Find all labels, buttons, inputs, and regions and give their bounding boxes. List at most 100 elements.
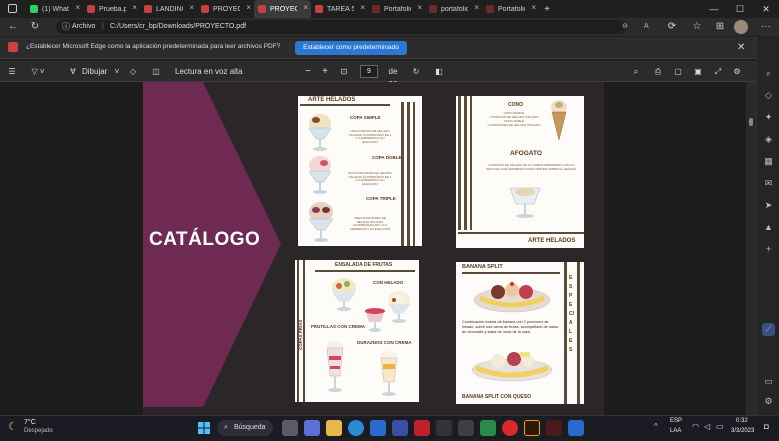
read-aloud-button[interactable]: Lectura en voz alta bbox=[175, 65, 245, 78]
edge-icon[interactable] bbox=[348, 420, 364, 436]
contents-icon[interactable]: ☰ bbox=[6, 65, 18, 78]
copilot-icon[interactable]: ⟋ bbox=[762, 323, 775, 336]
new-tab-button[interactable]: + bbox=[539, 0, 555, 18]
file-explorer-icon[interactable] bbox=[326, 420, 342, 436]
browser-tab[interactable]: PROYECTO.pdf × bbox=[254, 0, 311, 18]
taskbar-search[interactable]: ⌕ Búsqueda bbox=[217, 420, 273, 436]
tab-favicon-icon bbox=[30, 5, 38, 13]
favorites-icon[interactable]: ☆ bbox=[690, 20, 704, 34]
settings-gear-icon[interactable]: ⚙ bbox=[762, 395, 775, 408]
sundae-image bbox=[308, 202, 334, 242]
close-tab-icon[interactable]: × bbox=[417, 3, 422, 12]
lang-code[interactable]: ESP bbox=[670, 418, 682, 424]
more-menu-icon[interactable]: ··· bbox=[759, 20, 773, 34]
close-tab-icon[interactable]: × bbox=[474, 3, 479, 12]
maximize-button[interactable]: ☐ bbox=[727, 0, 753, 18]
office-icon[interactable] bbox=[414, 420, 430, 436]
close-tab-icon[interactable]: × bbox=[531, 3, 536, 12]
extensions-icon[interactable]: ⟳ bbox=[665, 20, 679, 34]
task-view-icon[interactable] bbox=[282, 420, 298, 436]
opera-icon[interactable] bbox=[502, 420, 518, 436]
zoom-icon[interactable]: ⊖ bbox=[622, 20, 628, 34]
rotate-icon[interactable]: ↻ bbox=[410, 65, 422, 78]
browser-tab[interactable]: LANDING PAG × bbox=[140, 0, 197, 18]
page-view-icon[interactable]: ◫ bbox=[150, 65, 162, 78]
browser-tab[interactable]: Portafolio ITC × bbox=[368, 0, 425, 18]
save-as-icon[interactable]: ▣ bbox=[692, 65, 704, 78]
send-icon[interactable]: ➤ bbox=[762, 199, 775, 212]
app-icon[interactable] bbox=[458, 420, 474, 436]
app-icon[interactable] bbox=[436, 420, 452, 436]
close-tab-icon[interactable]: × bbox=[303, 3, 308, 12]
drop-icon[interactable]: ▲ bbox=[762, 221, 775, 234]
collections-icon[interactable]: ⊞ bbox=[713, 20, 727, 34]
print-icon[interactable]: ⎙ bbox=[652, 65, 664, 78]
shopping-icon[interactable]: ◇ bbox=[762, 89, 775, 102]
close-tab-icon[interactable]: × bbox=[246, 3, 251, 12]
browser-tab[interactable]: Portafolio | De × bbox=[482, 0, 539, 18]
visual-studio-icon[interactable] bbox=[392, 420, 408, 436]
save-icon[interactable]: ▢ bbox=[672, 65, 684, 78]
pdf-scrollbar[interactable] bbox=[746, 82, 756, 415]
search-icon[interactable]: ⌕ bbox=[762, 67, 775, 80]
zoom-in-icon[interactable]: + bbox=[320, 65, 330, 78]
chat-icon[interactable] bbox=[304, 420, 320, 436]
clock-date[interactable]: 3/3/2023 bbox=[731, 428, 754, 434]
browser-tab[interactable]: portafolio jaza × bbox=[425, 0, 482, 18]
office-icon[interactable]: ▦ bbox=[762, 155, 775, 168]
add-icon[interactable]: + bbox=[762, 243, 775, 256]
fullscreen-icon[interactable]: ⤢ bbox=[712, 65, 724, 78]
read-aloud-icon[interactable]: A bbox=[644, 20, 649, 34]
minimize-button[interactable]: — bbox=[701, 0, 727, 18]
app-icon[interactable] bbox=[480, 420, 496, 436]
url-field[interactable]: ⓘ Archivo | C:/Users/cr_bp/Downloads/PRO… bbox=[56, 20, 674, 34]
app-icon[interactable] bbox=[568, 420, 584, 436]
filter-icon[interactable]: ▽ ˅ bbox=[28, 65, 48, 78]
tab-actions-button[interactable] bbox=[0, 0, 26, 18]
draw-label[interactable]: Dibujar bbox=[82, 65, 112, 78]
chevron-down-icon[interactable]: ˅ bbox=[112, 65, 122, 78]
close-tab-icon[interactable]: × bbox=[75, 3, 80, 12]
back-icon[interactable]: ← bbox=[6, 20, 20, 34]
settings-gear-icon[interactable]: ⚙ bbox=[731, 65, 743, 78]
page-title: ARTE HELADOS bbox=[308, 97, 356, 103]
close-tab-icon[interactable]: × bbox=[360, 3, 365, 12]
fit-page-icon[interactable]: ⊡ bbox=[338, 65, 350, 78]
volume-icon[interactable]: ◁ bbox=[704, 422, 710, 431]
battery-icon[interactable]: ▭ bbox=[716, 422, 724, 431]
clock-time[interactable]: 0:32 bbox=[736, 418, 748, 424]
close-window-button[interactable]: ✕ bbox=[753, 0, 779, 18]
tools-icon[interactable]: ✦ bbox=[762, 111, 775, 124]
start-button[interactable] bbox=[196, 420, 212, 436]
close-infobar-icon[interactable]: ✕ bbox=[737, 42, 745, 53]
close-tab-icon[interactable]: × bbox=[189, 3, 194, 12]
pdf-viewer[interactable]: CATÁLOGO ARTE HELADOS COPA SIMPLE UNA PO… bbox=[0, 82, 746, 415]
browser-tab[interactable]: TAREA 5 APLI × bbox=[311, 0, 368, 18]
weather-desc[interactable]: Despejado bbox=[24, 428, 53, 434]
browser-tab[interactable]: (1) WhatsApp × bbox=[26, 0, 83, 18]
two-page-icon[interactable]: ◧ bbox=[433, 65, 445, 78]
set-default-button[interactable]: Establecer como predeterminado bbox=[295, 41, 407, 55]
browser-tab[interactable]: Prueba.pdf × bbox=[83, 0, 140, 18]
wifi-icon[interactable]: ◠ bbox=[692, 422, 699, 431]
refresh-icon[interactable]: ↻ bbox=[28, 20, 42, 34]
sidebar-layout-icon[interactable]: ▭ bbox=[762, 375, 775, 388]
profile-avatar[interactable] bbox=[734, 20, 748, 34]
scroll-thumb[interactable] bbox=[749, 118, 753, 126]
page-number-input[interactable]: 9 bbox=[360, 65, 378, 78]
draw-icon[interactable]: ∀ bbox=[66, 65, 80, 78]
app-icon[interactable] bbox=[546, 420, 562, 436]
games-icon[interactable]: ◈ bbox=[762, 133, 775, 146]
weather-temp[interactable]: 7°C bbox=[24, 419, 36, 426]
chevron-up-icon[interactable]: ^ bbox=[654, 422, 658, 431]
zoom-out-icon[interactable]: − bbox=[303, 65, 313, 78]
store-icon[interactable] bbox=[370, 420, 386, 436]
search-icon[interactable]: ⌕ bbox=[630, 65, 642, 78]
lang-layout[interactable]: LAA bbox=[670, 428, 681, 434]
outlook-icon[interactable]: ✉ bbox=[762, 177, 775, 190]
close-tab-icon[interactable]: × bbox=[132, 3, 137, 12]
illustrator-icon[interactable] bbox=[524, 420, 540, 436]
browser-tab[interactable]: PROYECTO FIN × bbox=[197, 0, 254, 18]
notification-icon[interactable]: ◘ bbox=[764, 422, 769, 431]
eraser-icon[interactable]: ◇ bbox=[127, 65, 139, 78]
